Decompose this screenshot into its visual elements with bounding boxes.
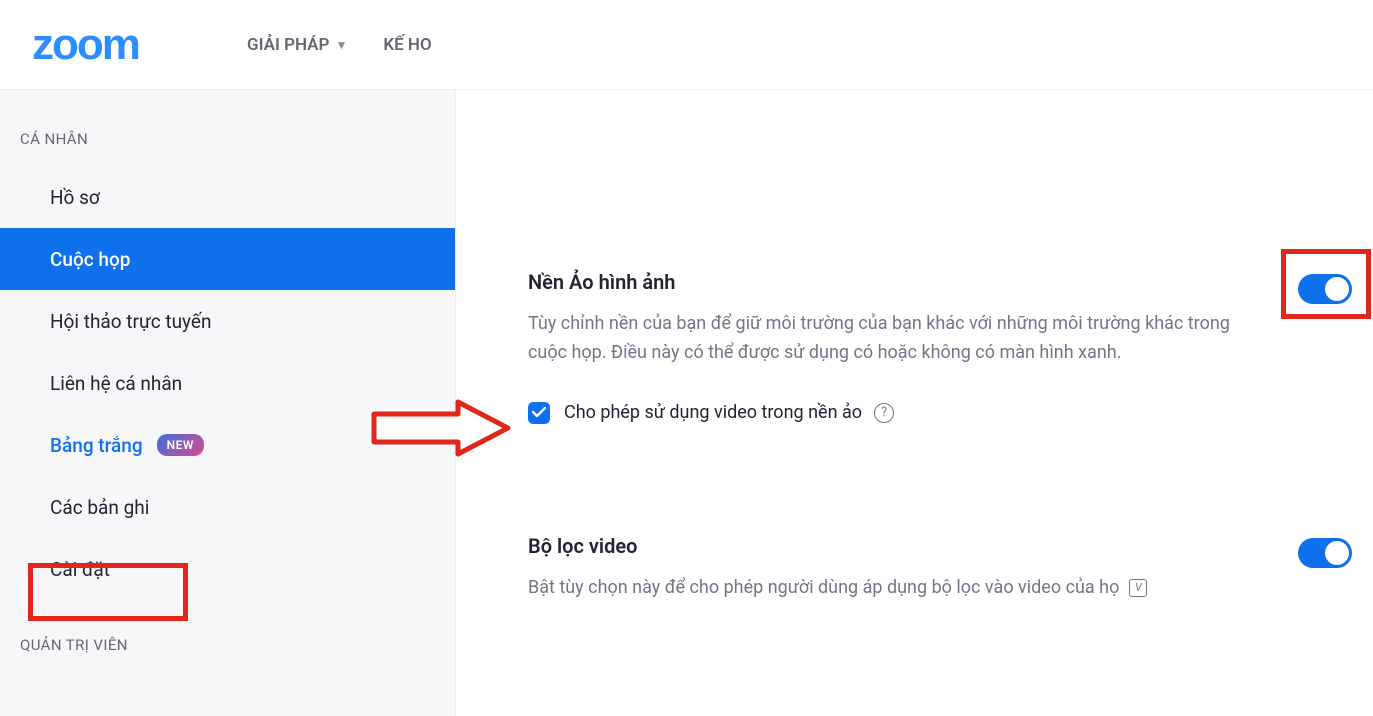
zoom-logo[interactable]: zoom (32, 25, 207, 65)
sidebar-item-contacts[interactable]: Liên hệ cá nhân (0, 352, 455, 414)
setting-description: Bật tùy chọn này để cho phép người dùng … (528, 574, 1119, 603)
setting-title: Bộ lọc video (528, 534, 1353, 558)
nav-plans-partial[interactable]: KẾ HO (383, 35, 431, 55)
sidebar-item-settings[interactable]: Cài đặt (0, 538, 455, 600)
svg-text:zoom: zoom (32, 25, 139, 65)
check-icon (532, 407, 546, 418)
sidebar-item-label: Hội thảo trực tuyến (50, 310, 211, 333)
nav-solutions-label: GIẢI PHÁP (247, 35, 329, 55)
sidebar-item-profile[interactable]: Hồ sơ (0, 166, 455, 228)
setting-title: Nền Ảo hình ảnh (528, 270, 1353, 294)
toggle-video-filter[interactable] (1298, 538, 1352, 568)
sidebar-section-personal: CÁ NHÂN (0, 130, 455, 166)
setting-description: Tùy chỉnh nền của bạn để giữ môi trường … (528, 310, 1268, 368)
help-icon[interactable]: ? (874, 403, 894, 423)
setting-description-row: Bật tùy chọn này để cho phép người dùng … (528, 574, 1268, 603)
toggle-virtual-background[interactable] (1298, 274, 1352, 304)
sidebar-item-label: Bảng trắng (50, 434, 143, 457)
v-key-icon: V (1129, 579, 1147, 597)
nav-solutions[interactable]: GIẢI PHÁP ▼ (247, 35, 347, 55)
sidebar-section-admin: QUẢN TRỊ VIÊN (0, 600, 455, 672)
sidebar-item-webinars[interactable]: Hội thảo trực tuyến (0, 290, 455, 352)
sidebar-item-label: Liên hệ cá nhân (50, 372, 182, 395)
sidebar-item-label: Hồ sơ (50, 186, 100, 209)
sub-option-allow-video: Cho phép sử dụng video trong nền ảo ? (528, 402, 1353, 424)
sub-option-label: Cho phép sử dụng video trong nền ảo (564, 402, 862, 423)
nav-plans-label: KẾ HO (383, 35, 431, 55)
sidebar-item-meetings[interactable]: Cuộc họp (0, 228, 455, 290)
new-badge: NEW (157, 434, 204, 456)
sidebar-item-recordings[interactable]: Các bản ghi (0, 476, 455, 538)
settings-content: Nền Ảo hình ảnh Tùy chỉnh nền của bạn để… (456, 90, 1373, 716)
sidebar-item-label: Các bản ghi (50, 496, 149, 519)
setting-video-filter: Bộ lọc video Bật tùy chọn này để cho phé… (528, 534, 1353, 603)
setting-virtual-background: Nền Ảo hình ảnh Tùy chỉnh nền của bạn để… (528, 270, 1353, 424)
sidebar-item-label: Cài đặt (50, 558, 110, 581)
body-wrap: CÁ NHÂN Hồ sơ Cuộc họp Hội thảo trực tuy… (0, 90, 1373, 716)
sidebar: CÁ NHÂN Hồ sơ Cuộc họp Hội thảo trực tuy… (0, 90, 456, 716)
sidebar-item-whiteboard[interactable]: Bảng trắng NEW (0, 414, 455, 476)
sidebar-item-label: Cuộc họp (50, 248, 130, 271)
chevron-down-icon: ▼ (335, 38, 347, 52)
checkbox-allow-video[interactable] (528, 402, 550, 424)
app-header: zoom GIẢI PHÁP ▼ KẾ HO (0, 0, 1373, 90)
